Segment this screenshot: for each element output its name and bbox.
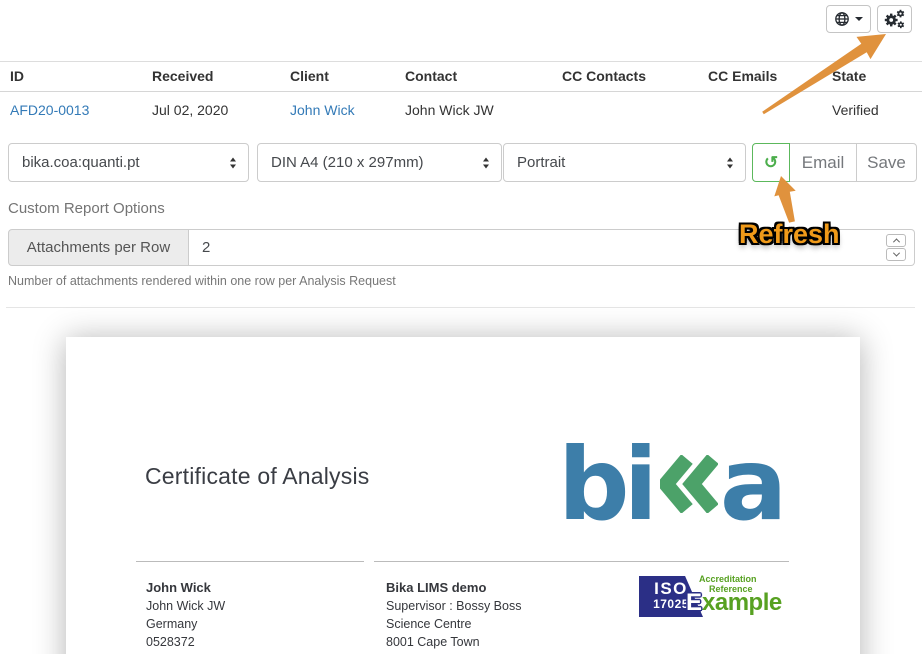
template-select-value: bika.coa:quanti.pt	[22, 154, 140, 171]
state-cell: Verified	[822, 92, 922, 130]
save-button[interactable]: Save	[856, 143, 917, 182]
language-dropdown-button[interactable]	[826, 5, 871, 33]
iso-17025-logo: ISO 17025 Accreditation Reference Exampl…	[639, 574, 789, 624]
caret-down-icon	[855, 17, 863, 21]
publish-view: ID Received Client Contact CC Contacts C…	[0, 0, 922, 654]
column-header-state[interactable]: State	[822, 62, 922, 92]
column-header-id[interactable]: ID	[0, 62, 142, 92]
client-address-block: John Wick John Wick JW Germany 0528372	[136, 561, 364, 651]
top-button-group	[826, 5, 912, 33]
bika-logo-text-bi: bi	[558, 435, 652, 535]
orientation-select[interactable]: Portrait	[503, 143, 746, 182]
publish-toolbar: bika.coa:quanti.pt DIN A4 (210 x 297mm) …	[0, 143, 922, 182]
refresh-icon: ↺	[764, 153, 778, 173]
select-arrows-icon	[483, 157, 489, 168]
number-spinner	[886, 234, 906, 261]
select-arrows-icon	[230, 157, 236, 168]
contact-cell: John Wick JW	[395, 92, 552, 130]
column-header-client[interactable]: Client	[280, 62, 395, 92]
attachments-per-row-input[interactable]	[189, 229, 915, 266]
analysis-request-table: ID Received Client Contact CC Contacts C…	[0, 61, 922, 129]
settings-button[interactable]	[877, 5, 912, 33]
column-header-cc-contacts[interactable]: CC Contacts	[552, 62, 698, 92]
client-line: John Wick JW	[146, 597, 364, 615]
report-footer: John Wick John Wick JW Germany 0528372 B…	[136, 561, 789, 651]
paper-size-select-value: DIN A4 (210 x 297mm)	[271, 154, 424, 171]
template-select[interactable]: bika.coa:quanti.pt	[8, 143, 249, 182]
id-cell: AFD20-0013	[0, 92, 142, 130]
column-header-contact[interactable]: Contact	[395, 62, 552, 92]
arrow-to-refresh-icon	[774, 176, 795, 223]
refresh-button[interactable]: ↺	[752, 143, 790, 182]
report-preview-page: Certificate of Analysis bi a John Wick J…	[66, 337, 860, 654]
email-button[interactable]: Email	[789, 143, 857, 182]
column-header-cc-emails[interactable]: CC Emails	[698, 62, 822, 92]
ar-id-link[interactable]: AFD20-0013	[10, 102, 89, 118]
custom-report-options-heading: Custom Report Options	[8, 200, 165, 217]
spinner-up-button[interactable]	[886, 234, 906, 247]
lab-line: 8001 Cape Town	[386, 633, 789, 651]
client-cell: John Wick	[280, 92, 395, 130]
client-line: 0528372	[146, 633, 364, 651]
column-header-received[interactable]: Received	[142, 62, 280, 92]
globe-icon	[834, 11, 850, 27]
client-name: John Wick	[146, 579, 364, 597]
cc-emails-cell	[698, 92, 822, 130]
section-divider	[6, 307, 915, 308]
attachments-per-row-label: Attachments per Row	[8, 229, 189, 266]
logo-k-chevrons-icon	[660, 455, 718, 513]
bika-logo-text-a: a	[720, 435, 781, 535]
lab-address-block: Bika LIMS demo Supervisor : Bossy Boss S…	[374, 561, 789, 651]
gears-icon	[883, 9, 906, 30]
bika-logo: bi a	[558, 403, 781, 535]
table-row: AFD20-0013 Jul 02, 2020 John Wick John W…	[0, 92, 922, 130]
orientation-select-value: Portrait	[517, 154, 565, 171]
client-link[interactable]: John Wick	[290, 102, 355, 118]
iso-example-text: Example	[686, 590, 782, 616]
received-cell: Jul 02, 2020	[142, 92, 280, 130]
table-header-row: ID Received Client Contact CC Contacts C…	[0, 62, 922, 92]
attachments-per-row-group: Attachments per Row	[8, 229, 915, 266]
client-line: Germany	[146, 615, 364, 633]
select-arrows-icon	[727, 157, 733, 168]
certificate-title: Certificate of Analysis	[145, 463, 369, 490]
field-help-text: Number of attachments rendered within on…	[8, 274, 396, 288]
paper-size-select[interactable]: DIN A4 (210 x 297mm)	[257, 143, 502, 182]
cc-contacts-cell	[552, 92, 698, 130]
spinner-down-button[interactable]	[886, 248, 906, 261]
